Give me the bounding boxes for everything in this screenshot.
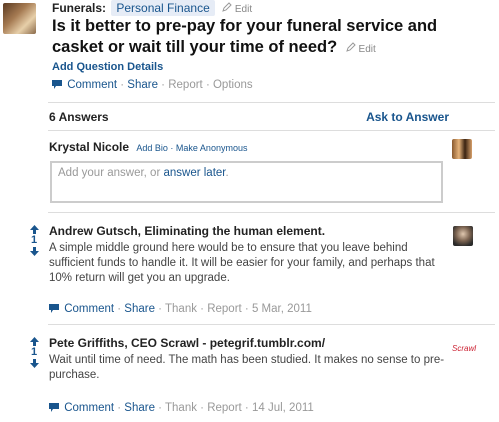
composer-avatar [452,139,472,159]
add-question-details-link[interactable]: Add Question Details [52,61,163,73]
answer-thank-link[interactable]: Thank [165,303,197,315]
answer-author[interactable]: Pete Griffiths, CEO Scrawl - petegrif.tu… [49,336,325,350]
topic-row: Funerals: Personal Finance Edit [52,0,252,16]
upvote-arrow-icon[interactable] [29,225,39,234]
pencil-icon [345,42,356,52]
question-title-text: Is it better to pre-pay for your funeral… [52,17,438,56]
topic-edit[interactable]: Edit [222,2,253,15]
topic-label: Funerals: [52,1,107,15]
answer-placeholder-prefix: Add your answer, or [58,167,164,179]
downvote-arrow-icon[interactable] [29,247,39,256]
vote-count: 1 [30,346,38,358]
vote-control: 1 [27,225,41,256]
question-edit[interactable]: Edit [345,42,376,55]
question-share-link[interactable]: Share [127,79,158,91]
answer-date: 14 Jul, 2011 [251,402,314,414]
answer-placeholder: Add your answer, or answer later. [58,167,229,179]
vote-count: 1 [30,234,38,246]
composer-user: Krystal Nicole Add Bio · Make Anonymous [49,140,248,154]
question-options-link[interactable]: Options [213,79,253,91]
make-anonymous-link[interactable]: Make Anonymous [176,143,248,153]
avatar-logo-text: Scrawl [452,344,477,353]
answer-author[interactable]: Andrew Gutsch, Eliminating the human ele… [49,224,325,238]
upvote-arrow-icon[interactable] [29,337,39,346]
composer-user-name: Krystal Nicole [49,140,130,154]
answer-placeholder-suffix: . [225,167,229,179]
topic-pill-personal-finance[interactable]: Personal Finance [111,0,215,16]
question-title: Is it better to pre-pay for your funeral… [52,16,492,60]
answer-actions: Comment · Share · Thank · Report · 14 Ju… [49,402,314,414]
ask-to-answer-link[interactable]: Ask to Answer [366,110,449,124]
answer-report-link[interactable]: Report [207,303,242,315]
answer-comment-link[interactable]: Comment [64,402,114,414]
question-actions: Comment · Share · Report · Options [52,79,253,91]
answer-date: 5 Mar, 2011 [251,303,312,315]
answer-report-link[interactable]: Report [207,402,242,414]
answer-comment-link[interactable]: Comment [64,303,114,315]
question-edit-label: Edit [358,44,376,55]
add-bio-link[interactable]: Add Bio [136,143,168,153]
answer-body: Wait until time of need. The math has be… [49,354,445,381]
answer-share-link[interactable]: Share [124,402,155,414]
answer-author-avatar[interactable] [453,226,473,246]
answer-later-link[interactable]: answer later [163,167,225,179]
answer-body: A simple middle ground here would be to … [49,242,435,284]
pencil-icon [222,2,232,12]
topic-thumbnail[interactable] [3,3,36,34]
answers-count: 6 Answers [49,110,109,124]
divider [48,130,495,131]
answer-actions: Comment · Share · Thank · Report · 5 Mar… [49,303,312,315]
comment-icon [52,80,62,89]
topic-edit-label: Edit [234,4,253,15]
answer-thank-link[interactable]: Thank [165,402,197,414]
comment-icon [49,304,59,313]
question-report-link[interactable]: Report [168,79,203,91]
divider [48,324,495,325]
vote-control: 1 [27,337,41,368]
question-comment-link[interactable]: Comment [67,79,117,91]
divider [48,212,495,213]
answer-author-avatar[interactable]: Scrawl [452,338,476,358]
answer-share-link[interactable]: Share [124,303,155,315]
comment-icon [49,403,59,412]
divider [48,102,495,103]
downvote-arrow-icon[interactable] [29,359,39,368]
